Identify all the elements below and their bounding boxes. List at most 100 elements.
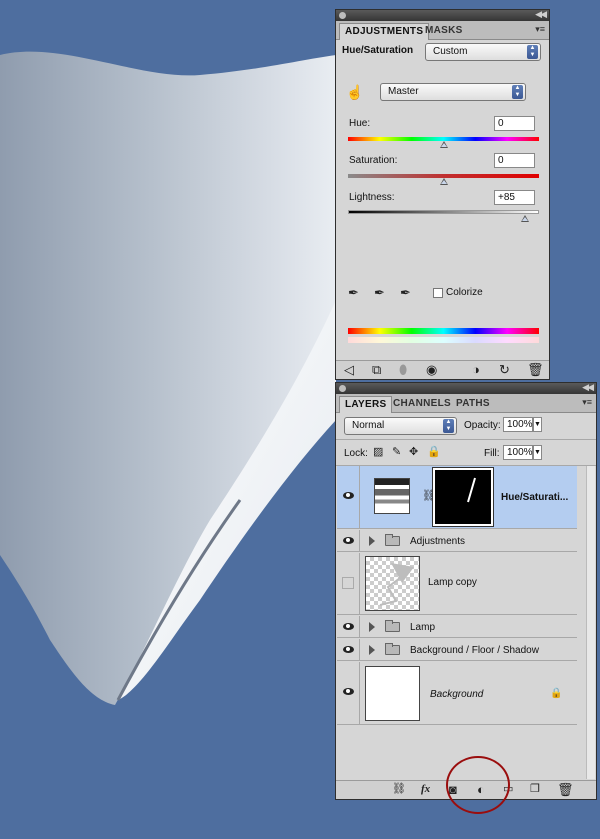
hue-input[interactable]: 0 xyxy=(494,116,535,131)
tab-layers[interactable]: LAYERS xyxy=(339,396,393,413)
tab-channels[interactable]: CHANNELS xyxy=(388,396,456,413)
visibility-column[interactable] xyxy=(337,553,360,614)
lock-pixels-icon[interactable]: ✎ xyxy=(392,446,401,459)
eye-icon[interactable] xyxy=(343,688,354,695)
fill-input[interactable]: 100% xyxy=(503,445,533,460)
lock-label: Lock: xyxy=(344,448,368,459)
visibility-column[interactable] xyxy=(337,530,360,551)
hue-saturation-adjustment-icon xyxy=(374,478,410,514)
layer-row[interactable]: Background / Floor / Shadow xyxy=(337,639,577,661)
layers-panel: ◀◀ LAYERS CHANNELS PATHS ▾≡ Normal ▲ ▼ Op… xyxy=(335,382,597,800)
layer-name[interactable]: Lamp copy xyxy=(428,577,477,588)
layer-row[interactable]: Lamp copy xyxy=(337,553,577,615)
layer-name[interactable]: Adjustments xyxy=(410,536,465,547)
layers-tabbar: LAYERS CHANNELS PATHS ▾≡ xyxy=(336,394,596,413)
highlight-circle xyxy=(446,756,510,814)
adjustments-footer: ◁ ⧉ ⬮ ◉ ◑ ↻ 🗑 xyxy=(336,360,549,379)
output-hue-bar xyxy=(348,337,539,343)
layers-scrollbar[interactable] xyxy=(586,466,595,779)
tab-adjustments[interactable]: ADJUSTMENTS xyxy=(339,23,430,40)
eyedropper-plus-icon[interactable]: ✒ xyxy=(374,286,385,299)
visibility-empty-icon[interactable] xyxy=(342,577,354,589)
link-layers-icon[interactable]: ⛓ xyxy=(392,783,406,796)
back-arrow-icon[interactable]: ◁ xyxy=(344,363,354,376)
lock-position-icon[interactable]: ✥ xyxy=(409,446,418,459)
eye-icon[interactable] xyxy=(343,537,354,544)
layer-name[interactable]: Hue/Saturati... xyxy=(501,492,568,503)
divider xyxy=(336,439,596,440)
eye-icon[interactable] xyxy=(343,646,354,653)
hue-slider-thumb[interactable] xyxy=(439,141,448,148)
visibility-column[interactable] xyxy=(337,662,360,724)
layer-name[interactable]: Background / Floor / Shadow xyxy=(410,645,539,656)
colorize-checkbox[interactable] xyxy=(433,288,443,298)
expand-view-icon[interactable]: ⧉ xyxy=(372,363,381,376)
folder-icon xyxy=(385,620,400,632)
hue-label: Hue: xyxy=(349,118,371,129)
adjustments-panel: ◀◀ ADJUSTMENTS MASKS ▾≡ Hue/Saturation C… xyxy=(335,9,550,380)
expand-triangle-icon[interactable] xyxy=(369,622,375,632)
panel-menu-icon[interactable]: ▾≡ xyxy=(582,397,592,408)
eye-icon[interactable] xyxy=(343,492,354,499)
hand-adjust-icon[interactable]: ☝ xyxy=(346,85,363,99)
lightness-slider-thumb[interactable] xyxy=(520,215,529,222)
visibility-column[interactable] xyxy=(337,616,360,637)
visibility-eye-icon[interactable]: ◉ xyxy=(426,363,437,376)
layer-mask-thumbnail[interactable] xyxy=(432,467,494,527)
adjustment-title: Hue/Saturation xyxy=(342,45,414,56)
tab-masks[interactable]: MASKS xyxy=(420,23,468,40)
layer-name[interactable]: Lamp xyxy=(410,622,435,633)
layer-row[interactable]: Background 🔒 xyxy=(337,662,577,725)
lamp-shape-icon xyxy=(379,563,414,606)
channel-select-value: Master xyxy=(388,86,419,97)
fx-icon[interactable]: fx xyxy=(421,783,430,796)
expand-triangle-icon[interactable] xyxy=(369,645,375,655)
new-layer-icon[interactable]: ❐ xyxy=(530,783,540,796)
layer-row[interactable]: Adjustments xyxy=(337,530,577,552)
saturation-input[interactable]: 0 xyxy=(494,153,535,168)
visibility-column[interactable] xyxy=(337,639,360,660)
saturation-label: Saturation: xyxy=(349,155,398,166)
tab-paths[interactable]: PATHS xyxy=(451,396,495,413)
fill-dropdown-icon[interactable]: ▼ xyxy=(533,445,542,460)
trash-icon[interactable]: 🗑 xyxy=(527,363,544,376)
layer-row[interactable]: Lamp xyxy=(337,616,577,638)
lock-all-icon[interactable]: 🔒 xyxy=(427,446,441,459)
view-previous-state-icon[interactable]: ◑ xyxy=(472,363,480,376)
lock-transparency-icon[interactable]: ▨ xyxy=(373,446,383,459)
lightness-slider-track[interactable] xyxy=(348,210,539,214)
eyedropper-minus-icon[interactable]: ✒ xyxy=(400,286,411,299)
colorize-label: Colorize xyxy=(446,287,483,298)
close-dot-icon[interactable] xyxy=(339,385,346,392)
background-thumbnail xyxy=(365,666,420,721)
panel-titlebar[interactable]: ◀◀ xyxy=(336,382,596,394)
fill-label: Fill: xyxy=(484,448,500,459)
mask-shape-icon xyxy=(467,477,476,503)
collapse-arrows-icon[interactable]: ◀◀ xyxy=(582,382,594,393)
blend-mode-select[interactable]: Normal ▲ ▼ xyxy=(344,417,457,435)
close-dot-icon[interactable] xyxy=(339,12,346,19)
saturation-slider-thumb[interactable] xyxy=(439,178,448,185)
opacity-label: Opacity: xyxy=(464,420,501,431)
layer-name[interactable]: Background xyxy=(430,689,483,700)
opacity-input[interactable]: 100% xyxy=(503,417,533,432)
input-hue-bar xyxy=(348,328,539,334)
collapse-arrows-icon[interactable]: ◀◀ xyxy=(535,9,547,20)
eyedropper-icon[interactable]: ✒ xyxy=(348,286,359,299)
visibility-column[interactable] xyxy=(337,466,360,528)
trash-icon[interactable]: 🗑 xyxy=(557,783,574,796)
eye-icon[interactable] xyxy=(343,623,354,630)
panel-menu-icon[interactable]: ▾≡ xyxy=(535,24,545,35)
lightness-input[interactable]: +85 xyxy=(494,190,535,205)
preset-select-value: Custom xyxy=(433,46,468,57)
channel-select[interactable]: Master ▲ ▼ xyxy=(380,83,526,101)
clip-to-layer-icon[interactable]: ⬮ xyxy=(399,363,407,376)
expand-triangle-icon[interactable] xyxy=(369,536,375,546)
layer-row[interactable]: ⛓ Hue/Saturati... xyxy=(337,466,577,529)
adjustments-tabbar: ADJUSTMENTS MASKS ▾≡ xyxy=(336,21,549,40)
reset-icon[interactable]: ↻ xyxy=(499,363,510,376)
lock-icon: 🔒 xyxy=(550,688,563,699)
preset-select[interactable]: Custom ▲ ▼ xyxy=(425,43,541,61)
panel-titlebar[interactable]: ◀◀ xyxy=(336,9,549,21)
opacity-dropdown-icon[interactable]: ▼ xyxy=(533,417,542,432)
